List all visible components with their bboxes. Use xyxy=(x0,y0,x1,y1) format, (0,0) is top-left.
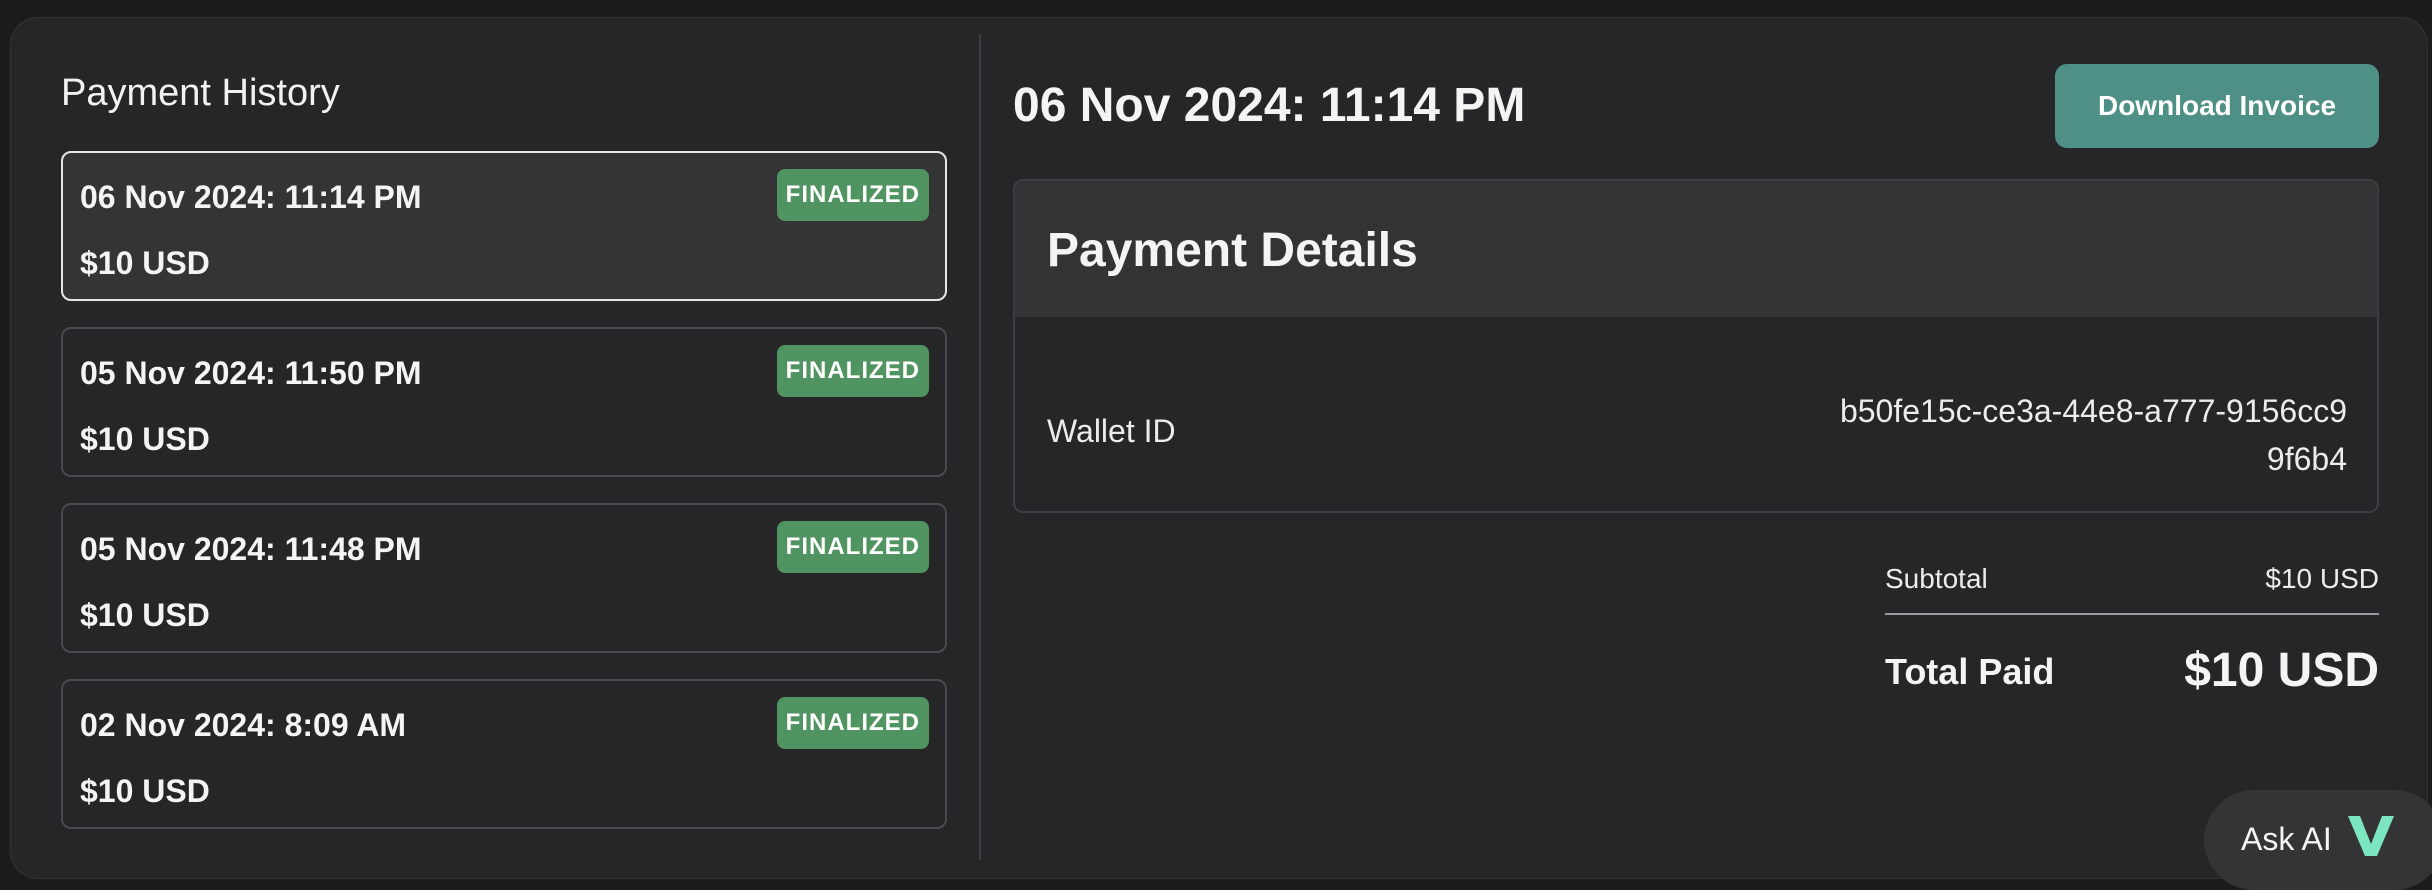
payment-history-title: Payment History xyxy=(61,72,340,114)
total-paid-value: $10 USD xyxy=(2184,644,2379,697)
payment-amount: $10 USD xyxy=(80,421,210,457)
payment-details-title: Payment Details xyxy=(1047,224,1418,277)
subtotal-value: $10 USD xyxy=(2265,563,2379,594)
billing-panel: Payment History 06 Nov 2024: 11:14 PM FI… xyxy=(10,17,2428,879)
payment-amount: $10 USD xyxy=(80,597,210,633)
total-row: Total Paid $10 USD xyxy=(1885,615,2379,697)
v-logo-icon xyxy=(2348,816,2394,856)
payment-date: 02 Nov 2024: 8:09 AM xyxy=(80,707,407,743)
ask-ai-button[interactable]: Ask AI xyxy=(2204,790,2432,890)
ask-ai-label: Ask AI xyxy=(2241,821,2332,857)
wallet-id-value: b50fe15c-ce3a-44e8-a777-9156cc99f6b4 xyxy=(1839,393,2347,477)
subtotal-row: Subtotal $10 USD xyxy=(1885,563,2379,615)
wallet-id-label: Wallet ID xyxy=(1047,413,1176,449)
payment-history-section: Payment History 06 Nov 2024: 11:14 PM FI… xyxy=(11,18,979,878)
payment-date: 06 Nov 2024: 11:14 PM xyxy=(80,179,422,215)
payment-amount: $10 USD xyxy=(80,245,210,281)
payment-details-card: Payment Details Wallet ID b50fe15c-ce3a-… xyxy=(1013,179,2379,513)
payment-date: 05 Nov 2024: 11:48 PM xyxy=(80,531,422,567)
payment-date: 05 Nov 2024: 11:50 PM xyxy=(80,355,422,391)
status-badge: FINALIZED xyxy=(776,697,929,749)
payment-details-header: Payment Details xyxy=(1015,181,2377,317)
payment-list-item[interactable]: 05 Nov 2024: 11:48 PM FINALIZED $10 USD xyxy=(61,503,947,653)
payment-list-item[interactable]: 05 Nov 2024: 11:50 PM FINALIZED $10 USD xyxy=(61,327,947,477)
total-paid-label: Total Paid xyxy=(1885,651,2055,692)
payment-list-item[interactable]: 02 Nov 2024: 8:09 AM FINALIZED $10 USD xyxy=(61,679,947,829)
payment-list-item[interactable]: 06 Nov 2024: 11:14 PM FINALIZED $10 USD xyxy=(61,151,947,301)
download-invoice-button[interactable]: Download Invoice xyxy=(2055,64,2379,148)
status-badge: FINALIZED xyxy=(776,345,929,397)
payment-detail-title: 06 Nov 2024: 11:14 PM xyxy=(1013,79,1526,132)
section-divider xyxy=(979,34,981,860)
status-badge: FINALIZED xyxy=(776,169,929,221)
payment-list: 06 Nov 2024: 11:14 PM FINALIZED $10 USD … xyxy=(61,151,947,855)
subtotal-label: Subtotal xyxy=(1885,563,1988,594)
payment-summary: Subtotal $10 USD Total Paid $10 USD xyxy=(1885,563,2379,697)
status-badge: FINALIZED xyxy=(776,521,929,573)
payment-amount: $10 USD xyxy=(80,773,210,809)
